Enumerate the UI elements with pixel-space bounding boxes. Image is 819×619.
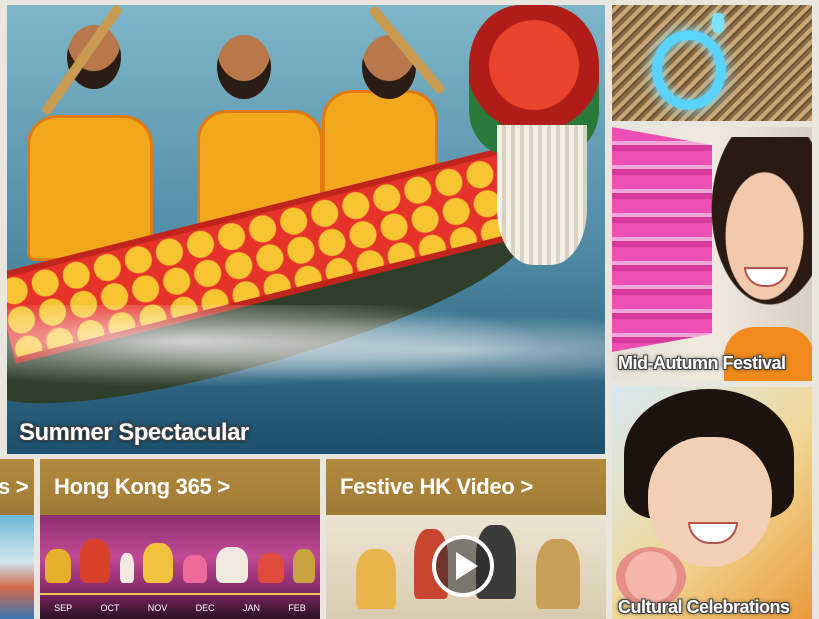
- lion-dance-icon: [216, 547, 249, 583]
- lantern-icon: [44, 549, 71, 583]
- month-label: SEP: [54, 603, 73, 613]
- person-figure: [536, 539, 580, 609]
- flower-icon: [182, 555, 207, 583]
- glowing-lantern-ring: [652, 30, 726, 110]
- festival-icon-row: [40, 523, 320, 583]
- dragon-beard: [497, 125, 587, 265]
- dragon-icon: [80, 539, 111, 583]
- cultural-celebrations-tile[interactable]: Cultural Celebrations: [612, 387, 812, 619]
- girl-portrait: [648, 437, 772, 567]
- month-label: NOV: [147, 603, 168, 613]
- previous-link-label[interactable]: s >: [0, 459, 34, 515]
- hong-kong-365-link[interactable]: Hong Kong 365 >: [40, 459, 320, 515]
- festive-hk-video-tile[interactable]: Festive HK Video >: [326, 459, 606, 619]
- month-label: DEC: [195, 603, 215, 613]
- month-timeline: SEP OCT NOV DEC JAN FEB: [40, 593, 320, 619]
- mid-autumn-caption: Mid-Autumn Festival: [618, 353, 786, 373]
- glowing-light: [712, 13, 724, 33]
- lantern-display-tile[interactable]: [612, 5, 812, 121]
- month-label: JAN: [242, 603, 260, 613]
- month-label: FEB: [288, 603, 306, 613]
- previous-thumbnail: [0, 515, 34, 619]
- rower-head: [217, 35, 271, 99]
- firework-icon: [257, 553, 284, 583]
- water-splash: [7, 305, 605, 395]
- play-icon[interactable]: [432, 535, 494, 597]
- person-figure: [356, 549, 396, 609]
- pink-paper-lantern: [612, 127, 712, 352]
- hong-kong-365-tile[interactable]: Hong Kong 365 > SEP OCT NOV DEC JAN FEB: [40, 459, 320, 619]
- mid-autumn-festival-tile[interactable]: Mid-Autumn Festival: [612, 127, 812, 381]
- play-triangle: [456, 552, 478, 580]
- hero-caption: Summer Spectacular: [19, 419, 249, 446]
- lantern-icon: [143, 543, 174, 583]
- summer-spectacular-tile[interactable]: Summer Spectacular: [7, 5, 605, 454]
- month-label: OCT: [100, 603, 120, 613]
- wine-glass-icon: [119, 553, 134, 583]
- woman-portrait: [704, 137, 812, 317]
- previous-link-tile[interactable]: s >: [0, 459, 34, 619]
- festive-hk-video-link[interactable]: Festive HK Video >: [326, 459, 606, 515]
- cultural-caption: Cultural Celebrations: [618, 597, 790, 617]
- lantern-icon: [293, 549, 316, 583]
